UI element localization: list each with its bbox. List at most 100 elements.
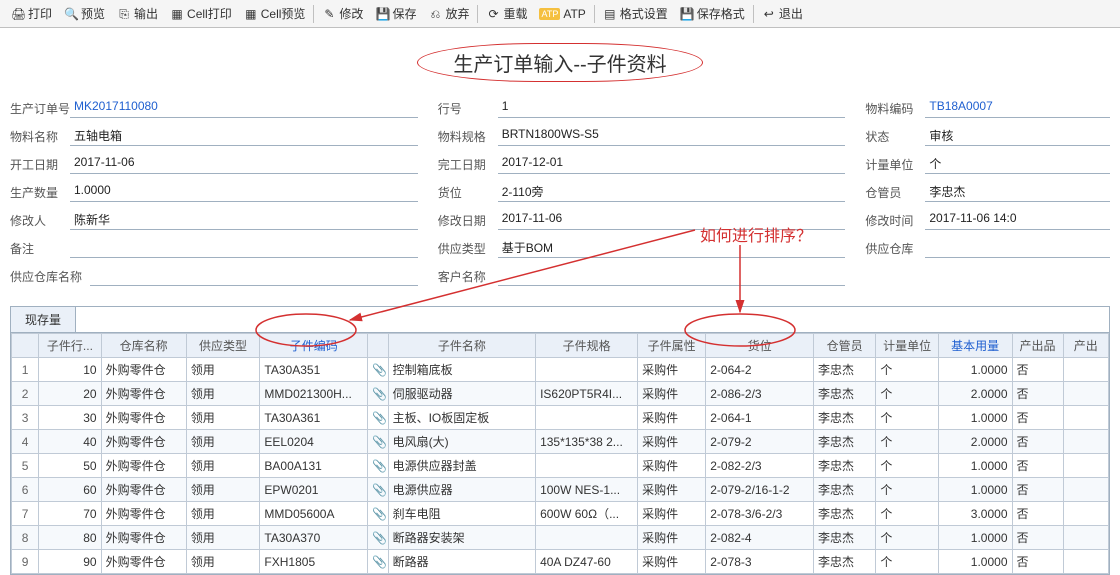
- preview-button[interactable]: 🔍预览: [58, 3, 111, 24]
- order-no-label: 生产订单号: [10, 100, 70, 117]
- table-row[interactable]: 660外购零件仓领用EPW0201📎电源供应器100W NES-1...采购件2…: [12, 478, 1109, 502]
- end-date-field[interactable]: 2017-12-01: [498, 154, 846, 174]
- location-label: 货位: [438, 184, 498, 201]
- table-row[interactable]: 990外购零件仓领用FXH1805📎断路器40A DZ47-60采购件2-078…: [12, 550, 1109, 574]
- paperclip-icon: 📎: [368, 358, 388, 382]
- mod-date-label: 修改日期: [438, 212, 498, 229]
- col-header[interactable]: 子件属性: [638, 334, 706, 358]
- remark-field[interactable]: [70, 238, 418, 258]
- keeper-field[interactable]: 李忠杰: [925, 182, 1110, 202]
- save-button[interactable]: 💾保存: [369, 3, 422, 24]
- atp-icon: ATP: [539, 8, 560, 20]
- end-date-label: 完工日期: [438, 156, 498, 173]
- material-name-label: 物料名称: [10, 128, 70, 145]
- discard-icon: ⎌: [428, 7, 442, 21]
- cellprint-button[interactable]: ▦Cell打印: [164, 3, 238, 24]
- start-date-field[interactable]: 2017-11-06: [70, 154, 418, 174]
- separator: [477, 5, 478, 23]
- paperclip-icon: 📎: [368, 430, 388, 454]
- reload-icon: ⟳: [486, 7, 500, 21]
- paperclip-icon: 📎: [368, 454, 388, 478]
- exit-button[interactable]: ↩退出: [756, 3, 809, 24]
- material-name-field[interactable]: 五轴电箱: [70, 126, 418, 146]
- tab-stock[interactable]: 现存量: [11, 307, 76, 332]
- col-header[interactable]: 产出: [1063, 334, 1108, 358]
- page-title: 生产订单输入--子件资料: [417, 43, 702, 82]
- format-button[interactable]: ▤格式设置: [597, 3, 674, 24]
- modifier-field[interactable]: 陈新华: [70, 210, 418, 230]
- col-header[interactable]: [368, 334, 388, 358]
- export-icon: ⎘: [117, 7, 131, 21]
- col-header[interactable]: 供应类型: [186, 334, 260, 358]
- exit-icon: ↩: [762, 7, 776, 21]
- col-header[interactable]: 基本用量: [938, 334, 1012, 358]
- atp-button[interactable]: ATPATP: [533, 5, 591, 23]
- paperclip-icon: 📎: [368, 526, 388, 550]
- mod-date-field[interactable]: 2017-11-06: [498, 210, 846, 230]
- supply-wh-name-field[interactable]: [90, 266, 418, 286]
- reload-button[interactable]: ⟳重载: [480, 3, 533, 24]
- table-row[interactable]: 220外购零件仓领用MMD021300H...📎伺服驱动器IS620PT5R4I…: [12, 382, 1109, 406]
- table-row[interactable]: 770外购零件仓领用MMD05600A📎刹车电阻600W 60Ω（...采购件2…: [12, 502, 1109, 526]
- col-header[interactable]: 子件行...: [39, 334, 101, 358]
- material-code-field[interactable]: TB18A0007: [925, 98, 1110, 118]
- cellpreview-icon: ▦: [244, 7, 258, 21]
- edit-button[interactable]: ✎修改: [316, 3, 369, 24]
- paperclip-icon: 📎: [368, 550, 388, 574]
- col-header[interactable]: 仓库名称: [101, 334, 186, 358]
- separator: [594, 5, 595, 23]
- supply-wh-name-label: 供应仓库名称: [10, 268, 90, 285]
- col-header[interactable]: 仓管员: [813, 334, 875, 358]
- spec-field[interactable]: BRTN1800WS-S5: [498, 126, 846, 146]
- separator: [313, 5, 314, 23]
- col-header[interactable]: 计量单位: [876, 334, 938, 358]
- save-icon: 💾: [375, 7, 389, 21]
- paperclip-icon: 📎: [368, 382, 388, 406]
- line-field[interactable]: 1: [498, 98, 846, 118]
- table-row[interactable]: 440外购零件仓领用EEL0204📎电风扇(大)135*135*38 2...采…: [12, 430, 1109, 454]
- discard-button[interactable]: ⎌放弃: [422, 3, 475, 24]
- form-col-right: 物料编码TB18A0007 状态审核 计量单位个 仓管员李忠杰 修改时间2017…: [865, 97, 1110, 293]
- saveformat-button[interactable]: 💾保存格式: [674, 3, 751, 24]
- supply-wh-field[interactable]: [925, 238, 1110, 258]
- mod-time-field[interactable]: 2017-11-06 14:0: [925, 210, 1110, 230]
- col-header[interactable]: 产出品: [1012, 334, 1063, 358]
- tab-bar: 现存量: [10, 306, 1110, 332]
- grid: 子件行...仓库名称供应类型子件编码子件名称子件规格子件属性货位仓管员计量单位基…: [10, 332, 1110, 575]
- toolbar: 🖨打印 🔍预览 ⎘输出 ▦Cell打印 ▦Cell预览 ✎修改 💾保存 ⎌放弃 …: [0, 0, 1120, 28]
- start-date-label: 开工日期: [10, 156, 70, 173]
- status-field[interactable]: 审核: [925, 126, 1110, 146]
- table-row[interactable]: 330外购零件仓领用TA30A361📎主板、IO板固定板采购件2-064-1李忠…: [12, 406, 1109, 430]
- pencil-icon: ✎: [322, 7, 336, 21]
- col-header[interactable]: 货位: [706, 334, 814, 358]
- col-header[interactable]: 子件名称: [388, 334, 535, 358]
- cellprint-icon: ▦: [170, 7, 184, 21]
- status-label: 状态: [865, 128, 925, 145]
- format-icon: ▤: [603, 7, 617, 21]
- saveformat-icon: 💾: [680, 7, 694, 21]
- keeper-label: 仓管员: [865, 184, 925, 201]
- customer-field[interactable]: [498, 266, 846, 286]
- qty-field[interactable]: 1.0000: [70, 182, 418, 202]
- col-header[interactable]: 子件编码: [260, 334, 368, 358]
- location-field[interactable]: 2-110旁: [498, 182, 846, 202]
- table-row[interactable]: 550外购零件仓领用BA00A131📎电源供应器封盖采购件2-082-2/3李忠…: [12, 454, 1109, 478]
- supply-type-label: 供应类型: [438, 240, 498, 257]
- paperclip-icon: 📎: [368, 502, 388, 526]
- cellpreview-button[interactable]: ▦Cell预览: [238, 3, 312, 24]
- table-row[interactable]: 110外购零件仓领用TA30A351📎控制箱底板采购件2-064-2李忠杰个1.…: [12, 358, 1109, 382]
- col-header[interactable]: 子件规格: [536, 334, 638, 358]
- line-label: 行号: [438, 100, 498, 117]
- material-code-label: 物料编码: [865, 100, 925, 117]
- order-no-field[interactable]: MK2017110080: [70, 98, 418, 118]
- print-icon: 🖨: [11, 7, 25, 21]
- supply-type-field[interactable]: 基于BOM: [498, 238, 846, 258]
- form-col-mid: 行号1 物料规格BRTN1800WS-S5 完工日期2017-12-01 货位2…: [438, 97, 846, 293]
- uom-field[interactable]: 个: [925, 154, 1110, 174]
- table-row[interactable]: 880外购零件仓领用TA30A370📎断路器安装架采购件2-082-4李忠杰个1…: [12, 526, 1109, 550]
- form-col-left: 生产订单号MK2017110080 物料名称五轴电箱 开工日期2017-11-0…: [10, 97, 418, 293]
- print-button[interactable]: 🖨打印: [5, 3, 58, 24]
- remark-label: 备注: [10, 240, 70, 257]
- separator: [753, 5, 754, 23]
- export-button[interactable]: ⎘输出: [111, 3, 164, 24]
